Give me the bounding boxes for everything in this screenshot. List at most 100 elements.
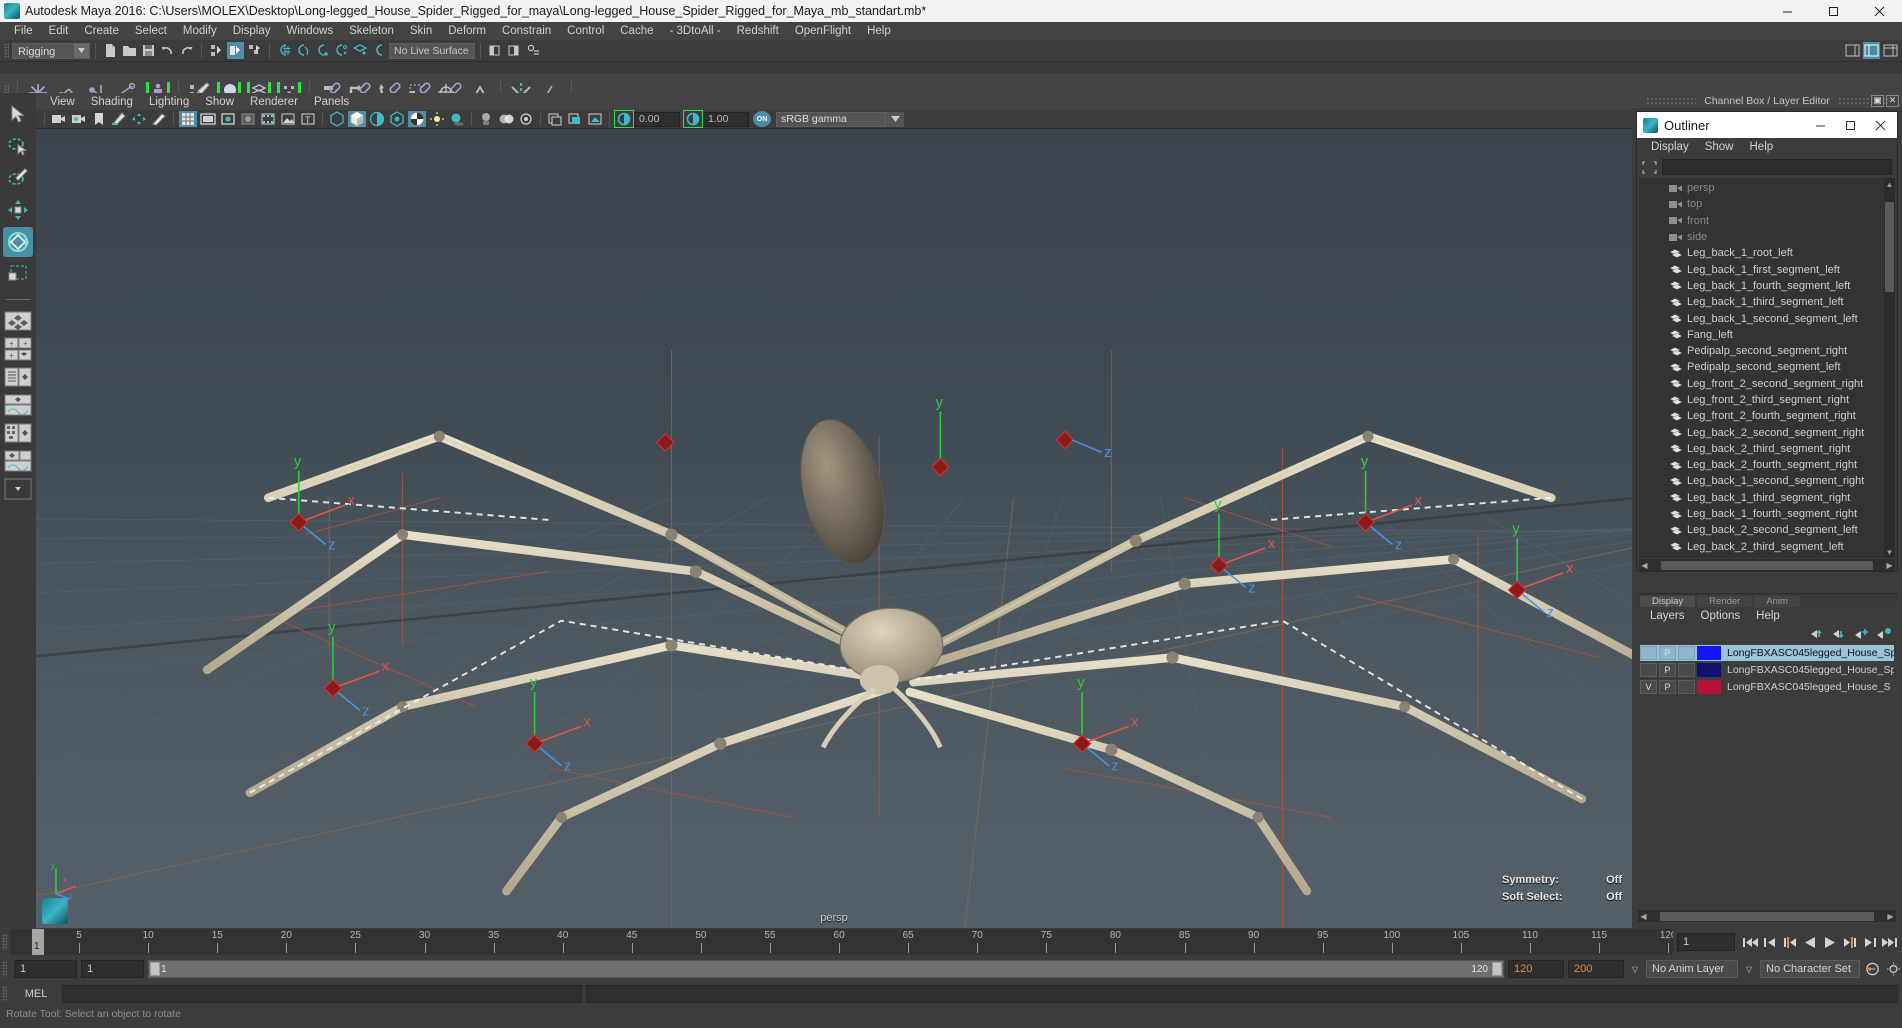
xray-shading-icon[interactable]: [477, 111, 495, 127]
outliner-item-list[interactable]: persp top front side Leg_back_1_root_left Leg…: [1639, 178, 1895, 558]
scrollbar-thumb[interactable]: [1885, 202, 1894, 292]
layer-tab-anim[interactable]: Anim: [1754, 596, 1800, 607]
viewport-render-region-icon[interactable]: [566, 111, 584, 127]
close-icon[interactable]: [1865, 113, 1895, 137]
range-start-handle[interactable]: [150, 962, 160, 976]
xray-active-components-icon[interactable]: [517, 111, 535, 127]
move-tool-icon[interactable]: [3, 195, 33, 225]
outliner-menu-help[interactable]: Help: [1742, 138, 1782, 156]
outliner-filter-icon[interactable]: [1642, 160, 1657, 175]
outliner-item[interactable]: Leg_back_1_first_segment_left: [1639, 261, 1884, 277]
select-camera-icon[interactable]: [50, 111, 68, 127]
close-icon[interactable]: [1856, 0, 1902, 22]
texture-display-icon[interactable]: [408, 111, 426, 127]
dock-close-icon[interactable]: ✕: [1886, 94, 1899, 107]
menu-select[interactable]: Select: [127, 22, 175, 40]
viewport-menu-renderer[interactable]: Renderer: [242, 93, 306, 111]
menu-constrain[interactable]: Constrain: [494, 22, 559, 40]
outliner-item[interactable]: Leg_back_1_second_segment_left: [1639, 310, 1884, 326]
viewport-snapshot-icon[interactable]: [586, 111, 604, 127]
command-input[interactable]: [62, 985, 582, 1003]
viewport-menu-view[interactable]: View: [42, 93, 83, 111]
outliner-menu-show[interactable]: Show: [1697, 138, 1742, 156]
outliner-item[interactable]: Fang_left: [1639, 327, 1884, 343]
outliner-horizontal-scrollbar[interactable]: ◀ ▶: [1639, 559, 1895, 571]
color-space-selector[interactable]: sRGB gamma: [776, 111, 886, 127]
layer-playback-toggle[interactable]: P: [1659, 680, 1676, 694]
color-management-toggle-icon[interactable]: ON: [753, 111, 771, 127]
show-input-connections-icon[interactable]: [487, 42, 504, 59]
outliner-item[interactable]: Leg_front_2_fourth_segment_right: [1639, 408, 1884, 424]
camera-attributes-icon[interactable]: [70, 111, 88, 127]
menu-set-selector[interactable]: Rigging: [12, 42, 90, 59]
grid-toggle-icon[interactable]: [179, 111, 197, 127]
dock-undock-icon[interactable]: ▣: [1871, 94, 1884, 107]
layer-tab-render[interactable]: Render: [1697, 596, 1753, 607]
animation-preferences-icon[interactable]: [1885, 960, 1902, 978]
menu-skin[interactable]: Skin: [402, 22, 440, 40]
layer-list[interactable]: P LongFBXASC045legged_House_Spic P LongFBXA…: [1636, 645, 1898, 908]
layer-menu-layers[interactable]: Layers: [1642, 607, 1693, 625]
outliner-item[interactable]: Pedipalp_second_segment_left: [1639, 359, 1884, 375]
range-end-field[interactable]: 120: [1508, 960, 1564, 978]
snap-to-view-plane-icon[interactable]: [352, 42, 369, 59]
outliner-item[interactable]: Leg_back_1_second_segment_right: [1639, 473, 1884, 489]
chevron-down-icon[interactable]: [74, 43, 89, 58]
shadows-icon[interactable]: [448, 111, 466, 127]
menu-help[interactable]: Help: [859, 22, 899, 40]
layer-shading-toggle[interactable]: [1678, 646, 1695, 660]
film-gate-icon[interactable]: [199, 111, 217, 127]
layer-row[interactable]: P LongFBXASC045legged_House_Spic: [1640, 645, 1894, 661]
sidebar-tool-settings-icon[interactable]: [1863, 42, 1880, 59]
viewport-menu-shading[interactable]: Shading: [83, 93, 141, 111]
scrollbar-thumb[interactable]: [1661, 560, 1873, 570]
layer-color-swatch[interactable]: [1697, 663, 1721, 677]
layer-visibility-toggle[interactable]: [1640, 663, 1657, 677]
smooth-shading-icon[interactable]: [348, 111, 366, 127]
menu-openflight[interactable]: OpenFlight: [787, 22, 859, 40]
scroll-right-icon[interactable]: ▶: [1884, 561, 1895, 570]
outliner-item[interactable]: Leg_back_1_third_segment_left: [1639, 294, 1884, 310]
snap-to-point-icon[interactable]: [314, 42, 331, 59]
layer-move-down-icon[interactable]: [1832, 627, 1848, 644]
outliner-item[interactable]: Leg_back_1_root_left: [1639, 245, 1884, 261]
gamma-icon[interactable]: [683, 110, 703, 128]
save-scene-icon[interactable]: [140, 42, 157, 59]
outliner-item[interactable]: Leg_back_1_fourth_segment_left: [1639, 278, 1884, 294]
paint-selection-tool-icon[interactable]: [3, 163, 33, 193]
layer-playback-toggle[interactable]: P: [1659, 663, 1676, 677]
layout-persp-graph-icon[interactable]: [3, 392, 33, 418]
minimize-icon[interactable]: [1764, 0, 1810, 22]
menu-file[interactable]: File: [6, 22, 41, 40]
live-surface-field[interactable]: No Live Surface: [389, 42, 475, 59]
menu-cache[interactable]: Cache: [612, 22, 661, 40]
command-language-label[interactable]: MEL: [14, 988, 58, 1000]
layer-move-up-icon[interactable]: [1810, 627, 1826, 644]
outliner-item[interactable]: Leg_back_2_third_segment_right: [1639, 441, 1884, 457]
viewport-menu-panels[interactable]: Panels: [306, 93, 357, 111]
minimize-icon[interactable]: [1805, 113, 1835, 137]
snap-to-projected-center-icon[interactable]: [333, 42, 350, 59]
step-forward-frame-icon[interactable]: [1841, 933, 1858, 951]
construction-history-icon[interactable]: [525, 42, 542, 59]
layer-color-swatch[interactable]: [1697, 646, 1721, 660]
go-to-end-icon[interactable]: [1881, 933, 1898, 951]
undo-icon[interactable]: [159, 42, 176, 59]
snap-to-curve-icon[interactable]: [295, 42, 312, 59]
scroll-left-icon[interactable]: ◀: [1638, 912, 1649, 921]
toolbar-grip[interactable]: [4, 42, 9, 59]
menu-windows[interactable]: Windows: [278, 22, 341, 40]
xray-joints-icon[interactable]: [497, 111, 515, 127]
anim-layer-selector[interactable]: No Anim Layer: [1646, 960, 1738, 978]
layer-shading-toggle[interactable]: [1678, 680, 1695, 694]
range-end-handle[interactable]: [1492, 962, 1502, 976]
saved-layouts-dropdown-icon[interactable]: [3, 476, 33, 502]
open-scene-icon[interactable]: [121, 42, 138, 59]
range-slider-bar[interactable]: 1 120: [148, 960, 1504, 978]
new-scene-icon[interactable]: [102, 42, 119, 59]
animation-start-field[interactable]: 1: [14, 960, 77, 978]
scroll-left-icon[interactable]: ◀: [1639, 561, 1650, 570]
layout-persp-outliner-graph-icon[interactable]: [3, 448, 33, 474]
menu-control[interactable]: Control: [559, 22, 612, 40]
step-forward-keyframe-icon[interactable]: [1861, 933, 1878, 951]
